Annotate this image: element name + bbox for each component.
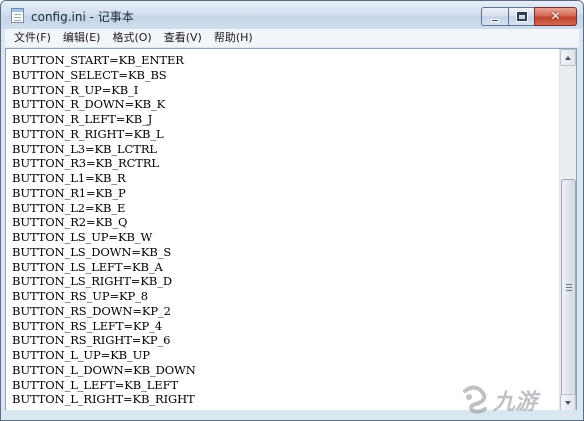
scroll-up-button[interactable] bbox=[560, 49, 576, 66]
text-line: BUTTON_L3=KB_LCTRL bbox=[12, 141, 157, 156]
editor-content[interactable]: BUTTON_START=KB_ENTER BUTTON_SELECT=KB_B… bbox=[6, 49, 559, 411]
maximize-button[interactable] bbox=[508, 7, 534, 26]
arrow-up-icon bbox=[565, 56, 571, 60]
text-line: BUTTON_R2=KB_Q bbox=[12, 215, 128, 230]
text-line: BUTTON_RS_DOWN=KP_2 bbox=[12, 303, 171, 318]
vertical-scrollbar[interactable] bbox=[559, 49, 576, 411]
text-line: BUTTON_RS_LEFT=KP_4 bbox=[12, 318, 163, 333]
close-icon: ✕ bbox=[550, 9, 561, 23]
jiuyou-logo-icon bbox=[463, 385, 487, 414]
menu-view[interactable]: 查看(V) bbox=[159, 29, 207, 47]
minimize-button[interactable] bbox=[481, 7, 508, 26]
window-title: config.ini - 记事本 bbox=[31, 10, 134, 24]
scrollbar-thumb[interactable] bbox=[561, 179, 576, 402]
grip-line bbox=[566, 290, 572, 291]
menu-help[interactable]: 帮助(H) bbox=[209, 29, 258, 47]
menu-format[interactable]: 格式(O) bbox=[107, 29, 156, 47]
text-line: BUTTON_R_UP=KB_I bbox=[12, 82, 139, 97]
text-line: BUTTON_RS_UP=KP_8 bbox=[12, 289, 148, 303]
text-line: BUTTON_R_RIGHT=KB_L bbox=[12, 126, 164, 141]
text-line: BUTTON_START=KB_ENTER bbox=[12, 53, 184, 67]
text-line: BUTTON_LS_RIGHT=KB_D bbox=[12, 274, 172, 289]
text-line: BUTTON_SELECT=KB_BS bbox=[12, 67, 167, 82]
grip-icon bbox=[566, 284, 572, 285]
text-line: BUTTON_LS_DOWN=KB_S bbox=[12, 244, 172, 259]
notepad-window: config.ini - 记事本 ✕ 文件(F) 编辑(E) 格式(O) 查看(… bbox=[0, 0, 584, 421]
text-editor[interactable]: BUTTON_START=KB_ENTER BUTTON_SELECT=KB_B… bbox=[5, 48, 577, 412]
watermark-text: 九游 bbox=[493, 390, 538, 415]
text-line: BUTTON_L2=KB_E bbox=[12, 200, 126, 215]
minimize-icon bbox=[491, 19, 499, 22]
menu-file[interactable]: 文件(F) bbox=[9, 29, 56, 47]
text-line: BUTTON_R_DOWN=KB_K bbox=[12, 97, 166, 112]
title-bar[interactable]: config.ini - 记事本 ✕ bbox=[1, 1, 583, 29]
text-line: BUTTON_R1=KB_P bbox=[12, 185, 126, 200]
maximize-icon bbox=[516, 11, 528, 22]
close-button[interactable]: ✕ bbox=[534, 7, 577, 26]
text-line: BUTTON_R3=KB_RCTRL bbox=[12, 156, 159, 171]
notepad-icon[interactable] bbox=[11, 8, 24, 23]
text-line: BUTTON_LS_UP=KB_W bbox=[12, 230, 153, 244]
grip-line bbox=[566, 287, 572, 288]
text-line: BUTTON_L1=KB_R bbox=[12, 171, 126, 185]
text-line: BUTTON_R_LEFT=KB_J bbox=[12, 112, 153, 126]
menu-edit[interactable]: 编辑(E) bbox=[58, 29, 106, 47]
menu-bar: 文件(F) 编辑(E) 格式(O) 查看(V) 帮助(H) bbox=[5, 29, 579, 47]
text-line: BUTTON_L_DOWN=KB_DOWN bbox=[12, 362, 196, 377]
text-line: BUTTON_RS_RIGHT=KP_6 bbox=[12, 333, 171, 348]
text-line: BUTTON_L_UP=KB_UP bbox=[12, 348, 150, 362]
text-line: BUTTON_LS_LEFT=KB_A bbox=[12, 259, 163, 274]
watermark: 九游 bbox=[459, 384, 569, 416]
window-controls: ✕ bbox=[481, 7, 577, 26]
